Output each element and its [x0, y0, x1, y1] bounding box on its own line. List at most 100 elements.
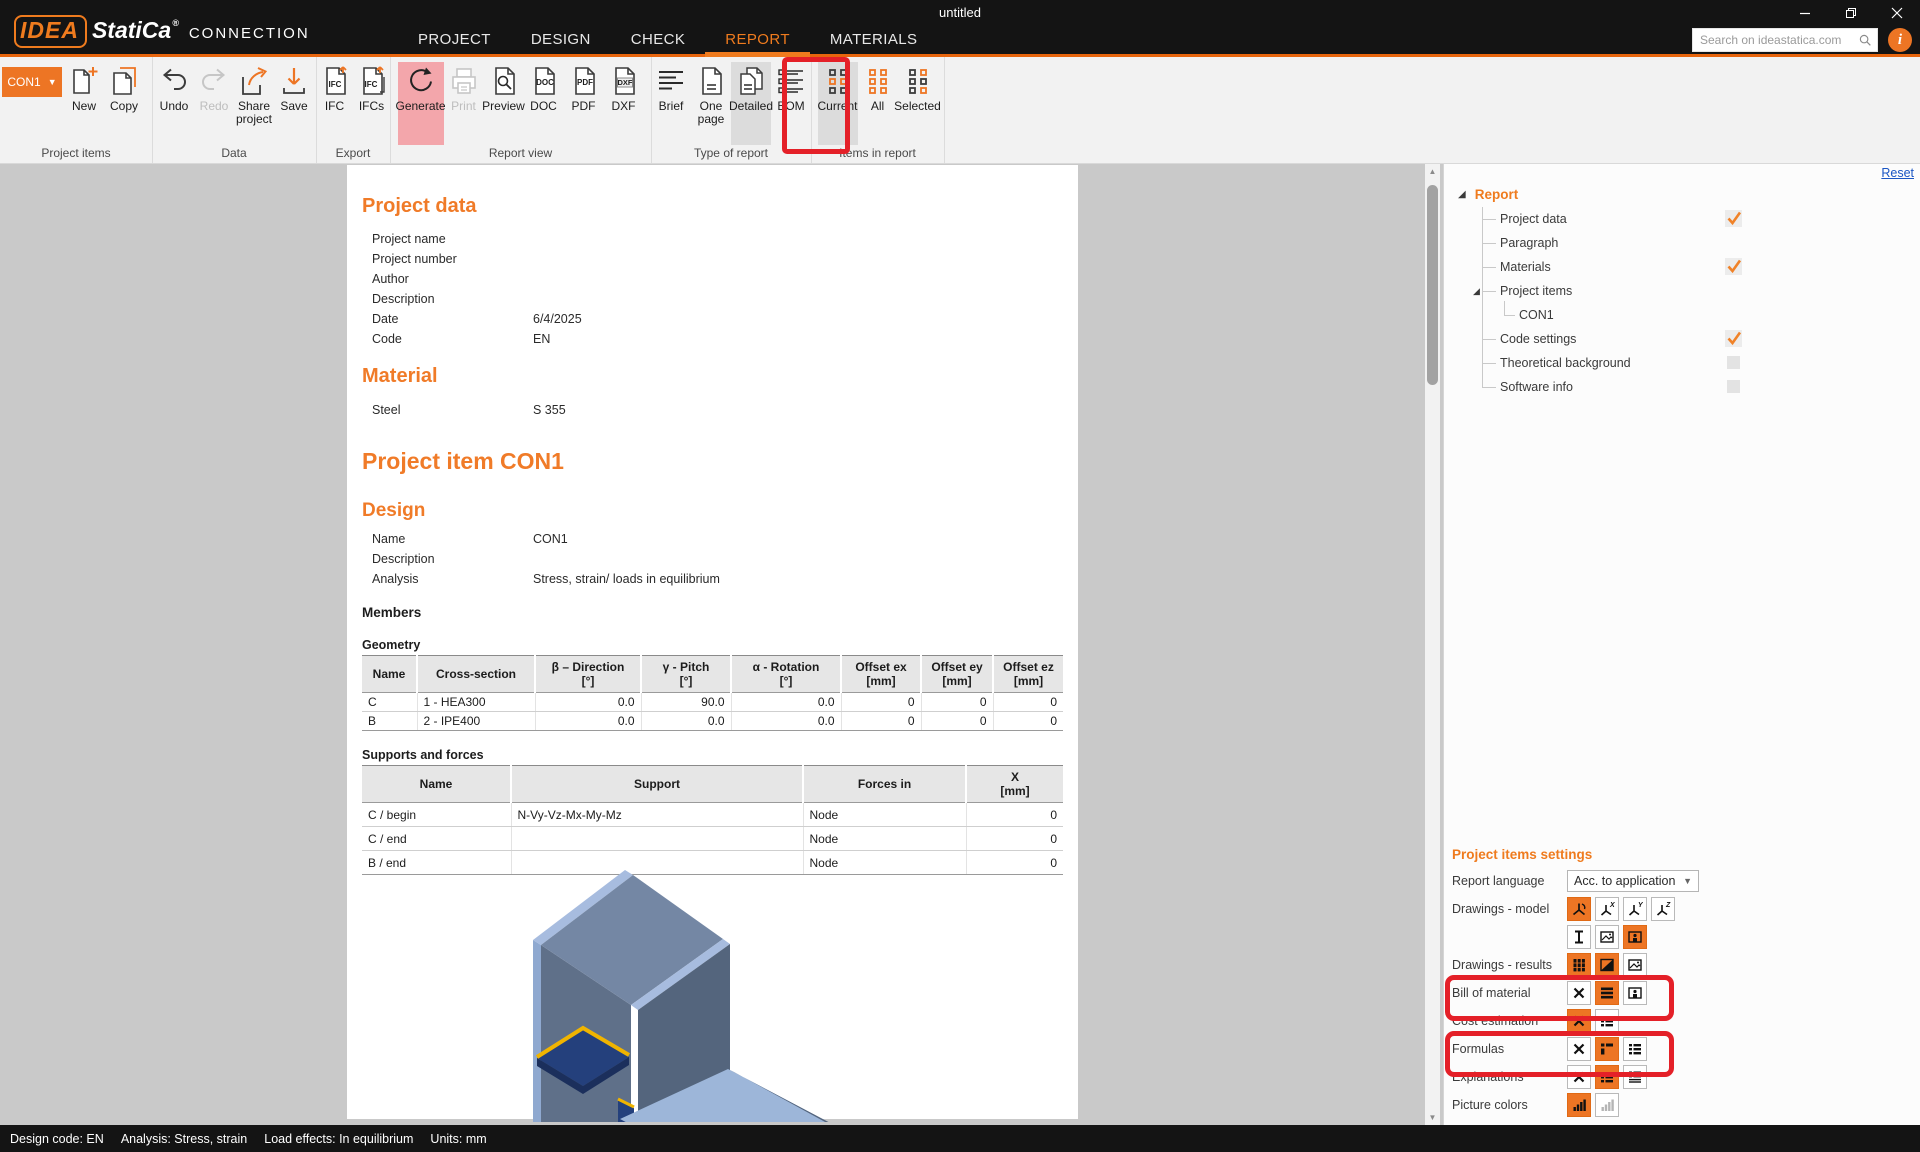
- tab-materials[interactable]: MATERIALS: [810, 24, 938, 54]
- code-settings-checkbox[interactable]: [1725, 330, 1742, 347]
- document-scrollbar[interactable]: ▲ ▼: [1425, 163, 1440, 1125]
- tab-project[interactable]: PROJECT: [398, 24, 511, 54]
- explanations-brief-button[interactable]: [1595, 1065, 1619, 1089]
- tree-node-code-settings[interactable]: Code settings: [1500, 329, 1576, 349]
- column-header: β – Direction[°]: [535, 656, 641, 693]
- window-controls: [1782, 0, 1920, 26]
- tree-node-project-items[interactable]: Project items: [1500, 281, 1572, 301]
- axes-y-button[interactable]: Y: [1623, 897, 1647, 921]
- ribbon-group-label: Report view: [390, 146, 651, 160]
- registered-mark: ®: [172, 18, 179, 28]
- formulas-none-button[interactable]: [1567, 1037, 1591, 1061]
- pdf-export-button[interactable]: PDF PDF: [564, 62, 604, 145]
- copy-button[interactable]: Copy: [104, 62, 144, 145]
- dxf-export-button[interactable]: DXF DXF: [604, 62, 644, 145]
- project-data-checkbox[interactable]: [1725, 210, 1742, 227]
- section-icon: [1571, 929, 1587, 945]
- tree-node-theoretical-background[interactable]: Theoretical background: [1500, 353, 1631, 373]
- product-name: CONNECTION: [189, 25, 310, 42]
- print-button[interactable]: Print: [444, 62, 484, 145]
- new-icon: [68, 65, 100, 97]
- tab-design[interactable]: DESIGN: [511, 24, 611, 54]
- formula-icon: [1599, 1041, 1615, 1057]
- info-button[interactable]: i: [1888, 28, 1912, 52]
- selected-items-button[interactable]: Selected: [898, 62, 938, 145]
- close-button[interactable]: [1874, 0, 1920, 26]
- design-heading: Design: [362, 500, 425, 522]
- explanations-none-button[interactable]: [1567, 1065, 1591, 1089]
- status-bar: Design code: EN Analysis: Stress, strain…: [0, 1125, 1920, 1152]
- results-contour-button[interactable]: [1595, 953, 1619, 977]
- search-icon[interactable]: [1857, 32, 1873, 48]
- brief-button[interactable]: Brief: [651, 62, 691, 145]
- undo-button[interactable]: Undo: [154, 62, 194, 145]
- detailed-button[interactable]: Detailed: [731, 62, 771, 145]
- cost-list-button[interactable]: [1595, 1009, 1619, 1033]
- software-info-checkbox[interactable]: [1727, 380, 1740, 393]
- axes-z-button[interactable]: Z: [1651, 897, 1675, 921]
- bom-button[interactable]: BOM: [771, 62, 811, 145]
- results-picture-button[interactable]: [1623, 953, 1647, 977]
- tree-node-paragraph[interactable]: Paragraph: [1500, 233, 1558, 253]
- explanations-detailed-button[interactable]: [1623, 1065, 1647, 1089]
- axes-3d-button[interactable]: [1567, 897, 1591, 921]
- section-view-button[interactable]: [1567, 925, 1591, 949]
- picture-colors-color-button[interactable]: [1567, 1093, 1591, 1117]
- field-row: Author: [372, 269, 1058, 289]
- generate-button[interactable]: Generate: [398, 62, 444, 145]
- theoretical-background-checkbox[interactable]: [1727, 356, 1740, 369]
- ifcs-export-button[interactable]: IFC IFCs: [353, 62, 390, 145]
- all-items-button[interactable]: All: [858, 62, 898, 145]
- bom-picture-button[interactable]: [1623, 981, 1647, 1005]
- ribbon-group-type-of-report: Brief One page Detailed BOM Type of repo…: [651, 57, 812, 163]
- results-strain-button[interactable]: [1567, 953, 1591, 977]
- title-bar: untitled IDEA StatiCa® CONNECTION PROJEC…: [0, 0, 1920, 57]
- scroll-up-icon[interactable]: ▲: [1425, 163, 1440, 179]
- report-language-select[interactable]: Acc. to application ▼: [1567, 870, 1699, 892]
- collapse-triangle-icon[interactable]: ◢: [1458, 189, 1466, 200]
- tab-report[interactable]: REPORT: [705, 24, 810, 54]
- new-button[interactable]: New: [64, 62, 104, 145]
- redo-button[interactable]: Redo: [194, 62, 234, 145]
- bom-table-button[interactable]: [1595, 981, 1619, 1005]
- preview-button[interactable]: Preview: [484, 62, 524, 145]
- share-project-button[interactable]: Share project: [234, 62, 274, 145]
- tree-node-report[interactable]: ◢ Report: [1458, 187, 1518, 202]
- axes-x-button[interactable]: X: [1595, 897, 1619, 921]
- bom-none-button[interactable]: [1567, 981, 1591, 1005]
- search-input[interactable]: [1693, 33, 1857, 47]
- current-items-button[interactable]: Current: [818, 62, 858, 145]
- expand-triangle-icon[interactable]: ◢: [1473, 286, 1480, 297]
- reset-link[interactable]: Reset: [1881, 166, 1914, 180]
- restore-button[interactable]: [1828, 0, 1874, 26]
- tab-check[interactable]: CHECK: [611, 24, 706, 54]
- formulas-brief-button[interactable]: [1595, 1037, 1619, 1061]
- one-page-button[interactable]: One page: [691, 62, 731, 145]
- save-button[interactable]: Save: [274, 62, 314, 145]
- formulas-detailed-button[interactable]: [1623, 1037, 1647, 1061]
- chart-color-icon: [1571, 1097, 1587, 1113]
- report-preview-area: Project data Project name Project number…: [0, 163, 1443, 1125]
- cross-icon: [1571, 1041, 1587, 1057]
- scroll-down-icon[interactable]: ▼: [1425, 1109, 1440, 1125]
- picture-button[interactable]: [1595, 925, 1619, 949]
- tree-node-software-info[interactable]: Software info: [1500, 377, 1573, 397]
- field-row: CodeEN: [372, 329, 1058, 349]
- save-icon: [278, 65, 310, 97]
- tree-node-materials[interactable]: Materials: [1500, 257, 1551, 277]
- cost-none-button[interactable]: [1567, 1009, 1591, 1033]
- materials-checkbox[interactable]: [1725, 258, 1742, 275]
- ribbon-group-label: Data: [152, 146, 316, 160]
- project-item-selector[interactable]: CON1▼: [2, 67, 62, 97]
- tree-node-con1[interactable]: CON1: [1519, 305, 1554, 325]
- scrollbar-thumb[interactable]: [1427, 185, 1438, 385]
- doc-export-button[interactable]: DOC DOC: [524, 62, 564, 145]
- picture-items-button[interactable]: [1623, 925, 1647, 949]
- list-icon: [1627, 1041, 1643, 1057]
- ifc-export-button[interactable]: IFC IFC: [316, 62, 353, 145]
- picture-colors-gray-button[interactable]: [1595, 1093, 1619, 1117]
- axes-z-icon: Z: [1655, 901, 1671, 917]
- tree-node-project-data[interactable]: Project data: [1500, 209, 1567, 229]
- report-language-row: Report language Acc. to application ▼: [1452, 869, 1916, 893]
- minimize-button[interactable]: [1782, 0, 1828, 26]
